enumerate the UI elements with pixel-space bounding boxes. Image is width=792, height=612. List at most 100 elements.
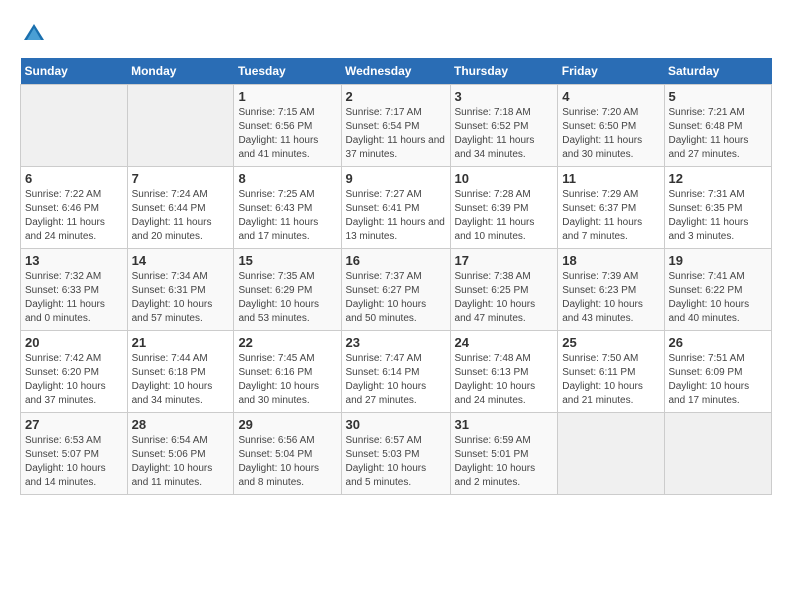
day-info: Sunrise: 7:31 AM Sunset: 6:35 PM Dayligh…: [669, 188, 768, 244]
calendar-cell: 7 Sunrise: 7:24 AM Sunset: 6:44 PM Daylig…: [127, 167, 234, 249]
header-thursday: Thursday: [450, 58, 558, 85]
week-row-5: 27Sunrise: 6:53 AM Sunset: 5:07 PM Dayli…: [21, 413, 772, 495]
day-info: Sunrise: 7:50 AM Sunset: 6:11 PM Dayligh…: [562, 352, 659, 408]
calendar-cell: 26 Sunrise: 7:51 AM Sunset: 6:09 PM Dayli…: [664, 331, 772, 413]
day-number: 22: [238, 335, 336, 350]
day-info: Sunrise: 7:22 AM Sunset: 6:46 PM Dayligh…: [25, 188, 123, 244]
calendar-cell: 31 Sunrise: 6:59 AM Sunset: 5:01 PM Dayli…: [450, 413, 558, 495]
day-info: Sunrise: 7:35 AM Sunset: 6:29 PM Dayligh…: [238, 270, 336, 326]
day-number: 27: [25, 417, 123, 432]
day-number: 16: [346, 253, 446, 268]
day-number: 25: [562, 335, 659, 350]
day-info: Sunrise: 7:48 AM Sunset: 6:13 PM Dayligh…: [455, 352, 554, 408]
calendar-cell: 30 Sunrise: 6:57 AM Sunset: 5:03 PM Dayli…: [341, 413, 450, 495]
day-number: 24: [455, 335, 554, 350]
week-row-1: 1 Sunrise: 7:15 AM Sunset: 6:56 PM Daylig…: [21, 85, 772, 167]
calendar-cell: 11 Sunrise: 7:29 AM Sunset: 6:37 PM Dayli…: [558, 167, 664, 249]
day-info: Sunrise: 7:24 AM Sunset: 6:44 PM Dayligh…: [132, 188, 230, 244]
calendar-cell: 4 Sunrise: 7:20 AM Sunset: 6:50 PM Daylig…: [558, 85, 664, 167]
day-info: Sunrise: 7:29 AM Sunset: 6:37 PM Dayligh…: [562, 188, 659, 244]
calendar-cell: 5 Sunrise: 7:21 AM Sunset: 6:48 PM Daylig…: [664, 85, 772, 167]
day-info: Sunrise: 7:41 AM Sunset: 6:22 PM Dayligh…: [669, 270, 768, 326]
header-tuesday: Tuesday: [234, 58, 341, 85]
calendar-cell: 16 Sunrise: 7:37 AM Sunset: 6:27 PM Dayli…: [341, 249, 450, 331]
calendar-cell: 25 Sunrise: 7:50 AM Sunset: 6:11 PM Dayli…: [558, 331, 664, 413]
day-info: Sunrise: 7:44 AM Sunset: 6:18 PM Dayligh…: [132, 352, 230, 408]
header-monday: Monday: [127, 58, 234, 85]
calendar-cell: 9 Sunrise: 7:27 AM Sunset: 6:41 PM Daylig…: [341, 167, 450, 249]
day-number: 8: [238, 171, 336, 186]
calendar-header: SundayMondayTuesdayWednesdayThursdayFrid…: [21, 58, 772, 85]
day-number: 14: [132, 253, 230, 268]
calendar-cell: 1 Sunrise: 7:15 AM Sunset: 6:56 PM Daylig…: [234, 85, 341, 167]
calendar-cell: 19 Sunrise: 7:41 AM Sunset: 6:22 PM Dayli…: [664, 249, 772, 331]
day-info: Sunrise: 7:28 AM Sunset: 6:39 PM Dayligh…: [455, 188, 554, 244]
day-info: Sunrise: 6:59 AM Sunset: 5:01 PM Dayligh…: [455, 434, 554, 490]
day-info: Sunrise: 7:34 AM Sunset: 6:31 PM Dayligh…: [132, 270, 230, 326]
day-number: 21: [132, 335, 230, 350]
day-number: 15: [238, 253, 336, 268]
day-number: 10: [455, 171, 554, 186]
day-info: Sunrise: 7:20 AM Sunset: 6:50 PM Dayligh…: [562, 106, 659, 162]
day-number: 2: [346, 89, 446, 104]
calendar-cell: 6 Sunrise: 7:22 AM Sunset: 6:46 PM Daylig…: [21, 167, 128, 249]
calendar-cell: 28 Sunrise: 6:54 AM Sunset: 5:06 PM Dayli…: [127, 413, 234, 495]
calendar-cell: 23Sunrise: 7:47 AM Sunset: 6:14 PM Dayli…: [341, 331, 450, 413]
day-number: 5: [669, 89, 768, 104]
calendar-cell: 10 Sunrise: 7:28 AM Sunset: 6:39 PM Dayli…: [450, 167, 558, 249]
day-info: Sunrise: 7:25 AM Sunset: 6:43 PM Dayligh…: [238, 188, 336, 244]
day-number: 3: [455, 89, 554, 104]
day-info: Sunrise: 7:27 AM Sunset: 6:41 PM Dayligh…: [346, 188, 446, 244]
day-number: 26: [669, 335, 768, 350]
day-info: Sunrise: 7:21 AM Sunset: 6:48 PM Dayligh…: [669, 106, 768, 162]
day-info: Sunrise: 6:57 AM Sunset: 5:03 PM Dayligh…: [346, 434, 446, 490]
page-header: [20, 20, 772, 48]
calendar-cell: 12 Sunrise: 7:31 AM Sunset: 6:35 PM Dayli…: [664, 167, 772, 249]
day-number: 20: [25, 335, 123, 350]
calendar-cell: 8 Sunrise: 7:25 AM Sunset: 6:43 PM Daylig…: [234, 167, 341, 249]
calendar-cell: [558, 413, 664, 495]
day-number: 9: [346, 171, 446, 186]
calendar-cell: 22Sunrise: 7:45 AM Sunset: 6:16 PM Dayli…: [234, 331, 341, 413]
calendar-cell: 18Sunrise: 7:39 AM Sunset: 6:23 PM Dayli…: [558, 249, 664, 331]
day-info: Sunrise: 7:38 AM Sunset: 6:25 PM Dayligh…: [455, 270, 554, 326]
week-row-2: 6 Sunrise: 7:22 AM Sunset: 6:46 PM Daylig…: [21, 167, 772, 249]
calendar-cell: 17 Sunrise: 7:38 AM Sunset: 6:25 PM Dayli…: [450, 249, 558, 331]
day-info: Sunrise: 6:54 AM Sunset: 5:06 PM Dayligh…: [132, 434, 230, 490]
calendar-cell: 29Sunrise: 6:56 AM Sunset: 5:04 PM Dayli…: [234, 413, 341, 495]
calendar-cell: 24 Sunrise: 7:48 AM Sunset: 6:13 PM Dayli…: [450, 331, 558, 413]
calendar-cell: [127, 85, 234, 167]
day-number: 12: [669, 171, 768, 186]
calendar-cell: 14 Sunrise: 7:34 AM Sunset: 6:31 PM Dayli…: [127, 249, 234, 331]
day-info: Sunrise: 7:15 AM Sunset: 6:56 PM Dayligh…: [238, 106, 336, 162]
calendar-cell: [21, 85, 128, 167]
logo: [20, 20, 52, 48]
day-info: Sunrise: 7:51 AM Sunset: 6:09 PM Dayligh…: [669, 352, 768, 408]
day-info: Sunrise: 7:37 AM Sunset: 6:27 PM Dayligh…: [346, 270, 446, 326]
day-number: 17: [455, 253, 554, 268]
day-number: 1: [238, 89, 336, 104]
day-info: Sunrise: 7:47 AM Sunset: 6:14 PM Dayligh…: [346, 352, 446, 408]
header-wednesday: Wednesday: [341, 58, 450, 85]
day-number: 7: [132, 171, 230, 186]
calendar-cell: 2Sunrise: 7:17 AM Sunset: 6:54 PM Daylig…: [341, 85, 450, 167]
day-info: Sunrise: 7:39 AM Sunset: 6:23 PM Dayligh…: [562, 270, 659, 326]
day-number: 31: [455, 417, 554, 432]
calendar-cell: 20 Sunrise: 7:42 AM Sunset: 6:20 PM Dayli…: [21, 331, 128, 413]
header-sunday: Sunday: [21, 58, 128, 85]
day-number: 6: [25, 171, 123, 186]
calendar-cell: 15 Sunrise: 7:35 AM Sunset: 6:29 PM Dayli…: [234, 249, 341, 331]
day-info: Sunrise: 7:42 AM Sunset: 6:20 PM Dayligh…: [25, 352, 123, 408]
day-number: 28: [132, 417, 230, 432]
day-number: 11: [562, 171, 659, 186]
calendar-table: SundayMondayTuesdayWednesdayThursdayFrid…: [20, 58, 772, 495]
day-number: 19: [669, 253, 768, 268]
header-saturday: Saturday: [664, 58, 772, 85]
day-number: 30: [346, 417, 446, 432]
header-row: SundayMondayTuesdayWednesdayThursdayFrid…: [21, 58, 772, 85]
day-info: Sunrise: 7:18 AM Sunset: 6:52 PM Dayligh…: [455, 106, 554, 162]
calendar-cell: 27Sunrise: 6:53 AM Sunset: 5:07 PM Dayli…: [21, 413, 128, 495]
week-row-4: 20 Sunrise: 7:42 AM Sunset: 6:20 PM Dayli…: [21, 331, 772, 413]
logo-icon: [20, 20, 48, 48]
day-number: 4: [562, 89, 659, 104]
